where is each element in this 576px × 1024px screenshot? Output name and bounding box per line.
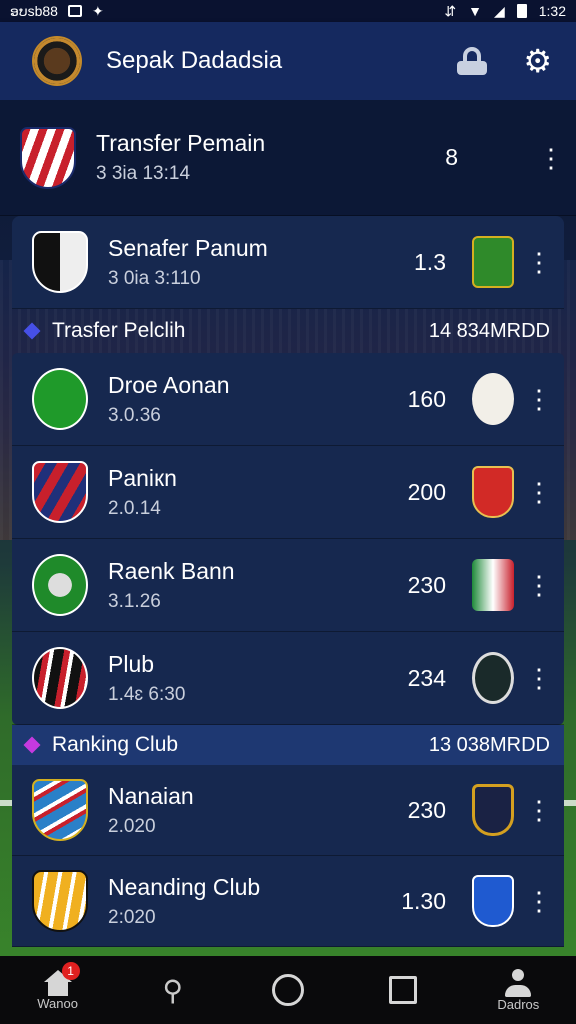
app-bar: Sepak Dadadsia ⚙ [0,22,576,100]
empty-badge [484,132,526,184]
item-subtitle: 3.0.36 [108,404,161,426]
red-striped-crest-icon [20,126,76,189]
status-carrier-text: ອບsb88 [10,2,58,19]
list-item[interactable]: Paniкn 2.0.14 200 ⋮ [12,446,564,539]
diamond-icon [23,322,41,340]
item-subtitle: 2.0.14 [108,497,161,519]
item-value: 230 [407,796,446,823]
item-subtitle: 3 3ia 13:14 [96,163,191,184]
green-tower-badge-icon [472,559,514,611]
item-title: Senafer Panum [108,234,268,261]
more-options-icon[interactable]: ⋮ [524,479,554,505]
list-item[interactable]: Plub 1.4ɛ 6:30 234 ⋮ [12,632,564,725]
item-subtitle: 3 0ia 3:110 [108,267,201,289]
item-value: 200 [407,478,446,505]
item-subtitle: 2:020 [108,906,156,928]
item-title: Neanding Club [108,873,261,900]
section-header: Trasfer Pelclih 14 834MRDD [0,309,576,353]
vibrate-icon: ⇵ [444,2,457,19]
signal-icon: ◢ [493,2,505,19]
battery-icon [516,4,527,18]
item-title: Raenk Bann [108,557,235,584]
section-title: Trasfer Pelclih [52,319,186,342]
lock-icon[interactable] [457,47,488,75]
list-item[interactable]: Droe Aonan 3.0.36 160 ⋮ [12,353,564,446]
item-value: 230 [407,571,446,598]
search-icon: ⚲ [162,974,184,1006]
nav-search[interactable]: ⚲ [133,974,213,1007]
item-subtitle: 1.4ɛ 6:30 [108,683,186,705]
item-title: Plub [108,650,155,677]
item-value: 234 [407,664,446,691]
list-item[interactable]: Senafer Panum 3 0ia 3:110 1.3 ⋮ [12,216,564,309]
more-options-icon[interactable]: ⋮ [536,145,566,171]
notification-icon [67,5,82,17]
item-title: Paniкn [108,464,177,491]
section-header: Ranking Club 13 038MRDD [12,725,564,765]
item-title: Droe Aonan [108,371,230,398]
more-options-icon[interactable]: ⋮ [524,572,554,598]
blue-striped-crest-icon [32,779,88,841]
app-title: Sepak Dadadsia [106,47,283,74]
green-club-crest-icon [32,368,88,430]
black-white-crest-icon [32,231,88,293]
more-options-icon[interactable]: ⋮ [524,386,554,412]
more-options-icon[interactable]: ⋮ [524,888,554,914]
nav-home-label: Wanoo [37,995,78,1011]
status-time: 1:32 [538,3,566,19]
item-value: 1.30 [401,887,446,914]
notification-badge: 1 [61,961,80,980]
status-bar: ອບsb88 ✦ ⇵ ▼ ◢ 1:32 [0,0,576,22]
red-shield-badge-icon [472,466,514,518]
more-options-icon[interactable]: ⋮ [524,665,554,691]
section-title: Ranking Club [52,733,179,756]
nav-square[interactable] [363,976,443,1004]
item-title: Nanaian [108,782,194,809]
gold-shield-badge-icon [472,784,514,836]
person-icon [505,968,532,997]
nav-profile[interactable]: Dadros [478,968,558,1012]
yellow-striped-crest-icon [32,870,88,932]
nav-home[interactable]: 1 Wanoo [18,961,98,1011]
circle-icon [271,974,304,1006]
green-badge-icon [472,236,514,288]
item-value: 160 [407,385,446,412]
item-value: 8 [445,144,458,170]
gear-icon[interactable]: ⚙ [523,45,552,77]
section-total: 14 834MRDD [428,319,550,342]
more-options-icon[interactable]: ⋮ [524,797,554,823]
transfer-list: Transfer Pemain 3 3ia 13:14 8 ⋮ Senafer … [0,100,576,947]
item-value: 1.3 [414,248,446,275]
list-item[interactable]: Transfer Pemain 3 3ia 13:14 8 ⋮ [0,100,576,216]
list-item[interactable]: Raenk Bann 3.1.26 230 ⋮ [12,539,564,632]
square-icon [389,976,418,1004]
wifi-icon: ▼ [468,3,482,19]
black-red-crest-icon [32,647,88,709]
nav-profile-label: Dadros [497,996,540,1012]
green-round-crest-icon [32,554,88,616]
app-logo [32,36,82,86]
diamond-icon [23,736,41,754]
section-total: 13 038MRDD [428,733,550,756]
more-options-icon[interactable]: ⋮ [524,249,554,275]
item-title: Transfer Pemain [96,130,266,156]
sparkle-icon: ✦ [91,2,104,19]
blue-shield-badge-icon [472,875,514,927]
bottom-navigation: 1 Wanoo ⚲ Dadros [0,956,576,1024]
nav-circle[interactable] [248,974,328,1006]
item-subtitle: 3.1.26 [108,590,161,612]
item-subtitle: 2.020 [108,815,156,837]
dark-round-badge-icon [472,652,514,704]
list-item[interactable]: Neanding Club 2:020 1.30 ⋮ [12,856,564,947]
kar-badge-icon [472,373,514,425]
red-striped-crest-icon [32,461,88,523]
list-item[interactable]: Nanaian 2.020 230 ⋮ [12,765,564,856]
